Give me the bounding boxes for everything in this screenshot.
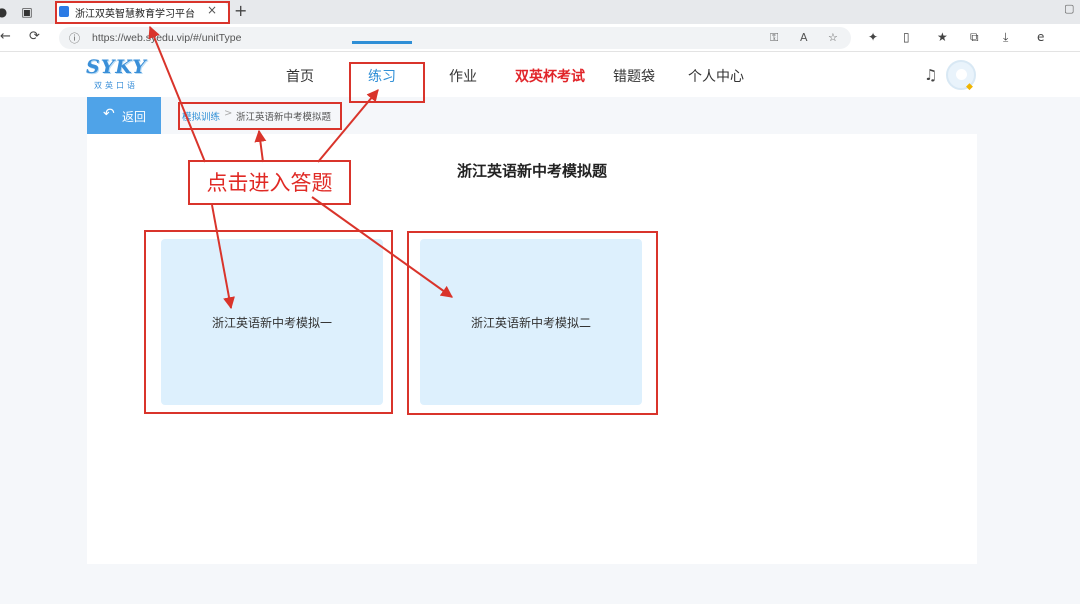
arrow-to-card-2	[311, 196, 453, 298]
screenshot-root: ● ▣ 浙江双英智慧教育学习平台 × + ▢ ← ⟳ ⓘ https://web…	[0, 0, 1080, 604]
arrow-to-nav	[317, 89, 379, 163]
arrow-to-tab	[148, 25, 206, 163]
arrow-to-card-1	[211, 204, 235, 310]
annotation-arrows	[148, 25, 453, 310]
arrow-to-breadcrumb	[254, 129, 267, 163]
